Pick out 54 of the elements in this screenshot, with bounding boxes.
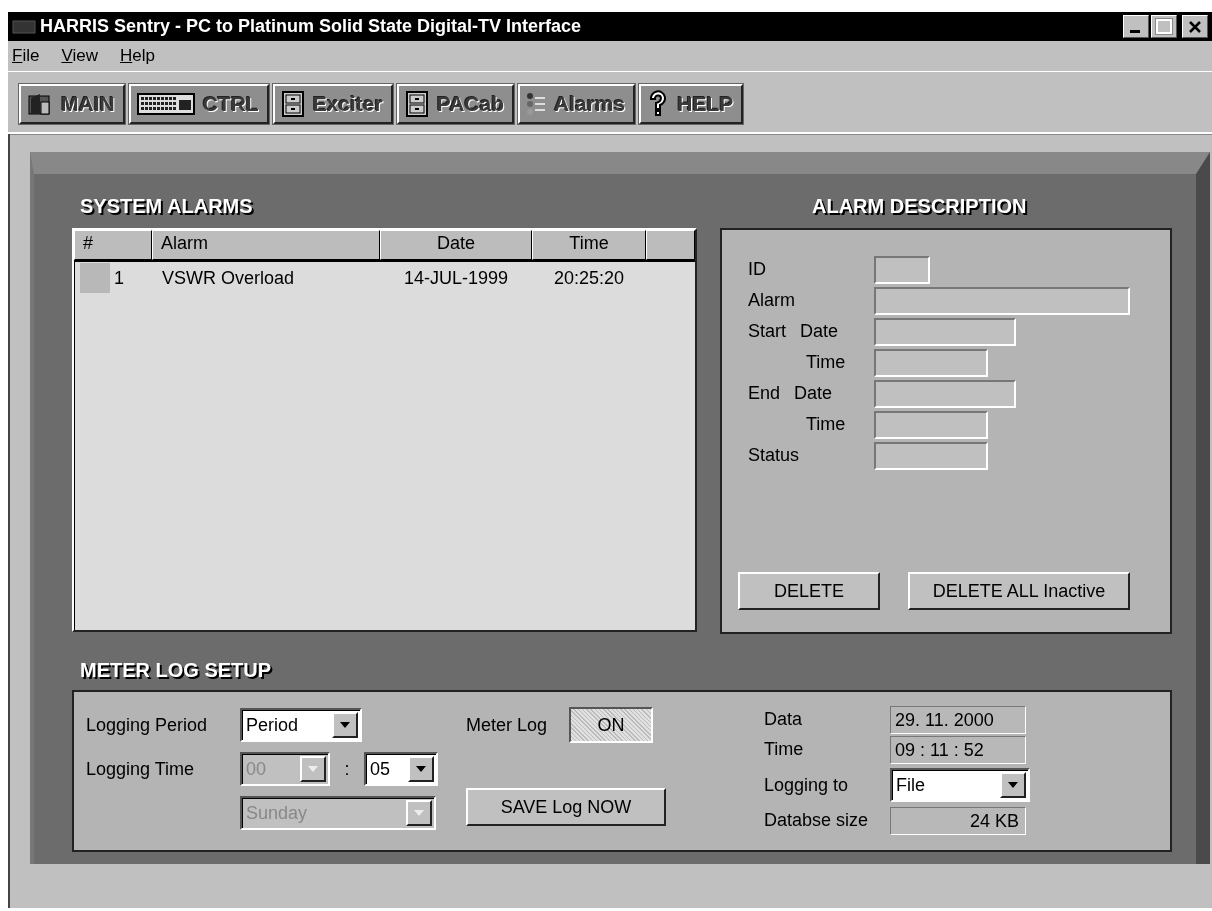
field-label: Meter Log	[466, 714, 548, 736]
field-label: Date	[794, 383, 833, 404]
menu-item[interactable]: View	[61, 46, 98, 66]
column-header[interactable]: #	[74, 230, 152, 260]
date-field: 29. 11. 2000	[890, 705, 1026, 734]
section-title: ALARM DESCRIPTION	[811, 194, 1028, 219]
door-icon	[27, 92, 53, 116]
field-label: Logging to	[764, 774, 850, 796]
maximize-button[interactable]	[1151, 15, 1177, 38]
column-header[interactable]: Alarm	[152, 230, 380, 260]
minute-dropdown[interactable]: 05	[364, 752, 438, 786]
field-label: Logging Period	[86, 714, 209, 736]
field-label: Logging Time	[86, 758, 196, 780]
field-label: Time	[764, 739, 805, 760]
time-field: 09 : 11 : 52	[890, 735, 1026, 764]
field-label: ID	[748, 259, 766, 280]
save-log-button[interactable]: SAVE Log NOW	[466, 788, 666, 826]
column-header[interactable]: Date	[380, 230, 532, 260]
table-cell-text: 14-JUL-1999	[402, 267, 510, 289]
section-title: SYSTEM ALARMS	[79, 194, 254, 219]
time-separator: :	[343, 758, 351, 780]
field-label: Start	[748, 321, 786, 342]
minimize-button[interactable]	[1123, 15, 1149, 38]
field-label: Databse size	[764, 810, 870, 831]
period-dropdown[interactable]: Period	[240, 708, 362, 742]
field-label: End	[748, 383, 781, 404]
menu-item[interactable]: Help	[119, 46, 155, 66]
field-label: Status	[748, 445, 800, 466]
close-button[interactable]	[1182, 15, 1208, 38]
menu-item[interactable]: File	[12, 46, 40, 66]
field-label: Time	[806, 414, 846, 435]
table-cell-text: 20:25:20	[552, 267, 626, 289]
list-icon	[526, 91, 546, 117]
readonly-field	[874, 255, 930, 284]
keyboard-icon	[136, 92, 195, 116]
delete-button[interactable]: DELETE	[738, 572, 880, 610]
field-label: Time	[806, 352, 846, 373]
field-label: Data	[764, 709, 804, 730]
window-title: HARRIS Sentry - PC to Platinum Solid State Digital-TV Interface	[40, 16, 582, 37]
table-cell-text: VSWR Overload	[161, 267, 296, 289]
app-icon	[12, 18, 36, 35]
cabinet-icon	[280, 91, 305, 117]
field-label: Alarm	[748, 290, 795, 311]
field-label: Date	[800, 321, 839, 342]
cabinet-icon	[404, 91, 429, 117]
section-title: METER LOG SETUP	[79, 658, 273, 683]
meter-log-toggle[interactable]: ON	[569, 707, 654, 743]
table-cell-text: 1	[113, 267, 125, 289]
close-icon	[1188, 20, 1202, 33]
logging-to-dropdown[interactable]: File	[890, 768, 1030, 802]
row-marker	[80, 263, 110, 293]
column-header[interactable]: Time	[532, 230, 646, 260]
database-size-field: 24 KB	[890, 806, 1026, 835]
delete-button[interactable]: DELETE ALL Inactive	[908, 572, 1130, 610]
